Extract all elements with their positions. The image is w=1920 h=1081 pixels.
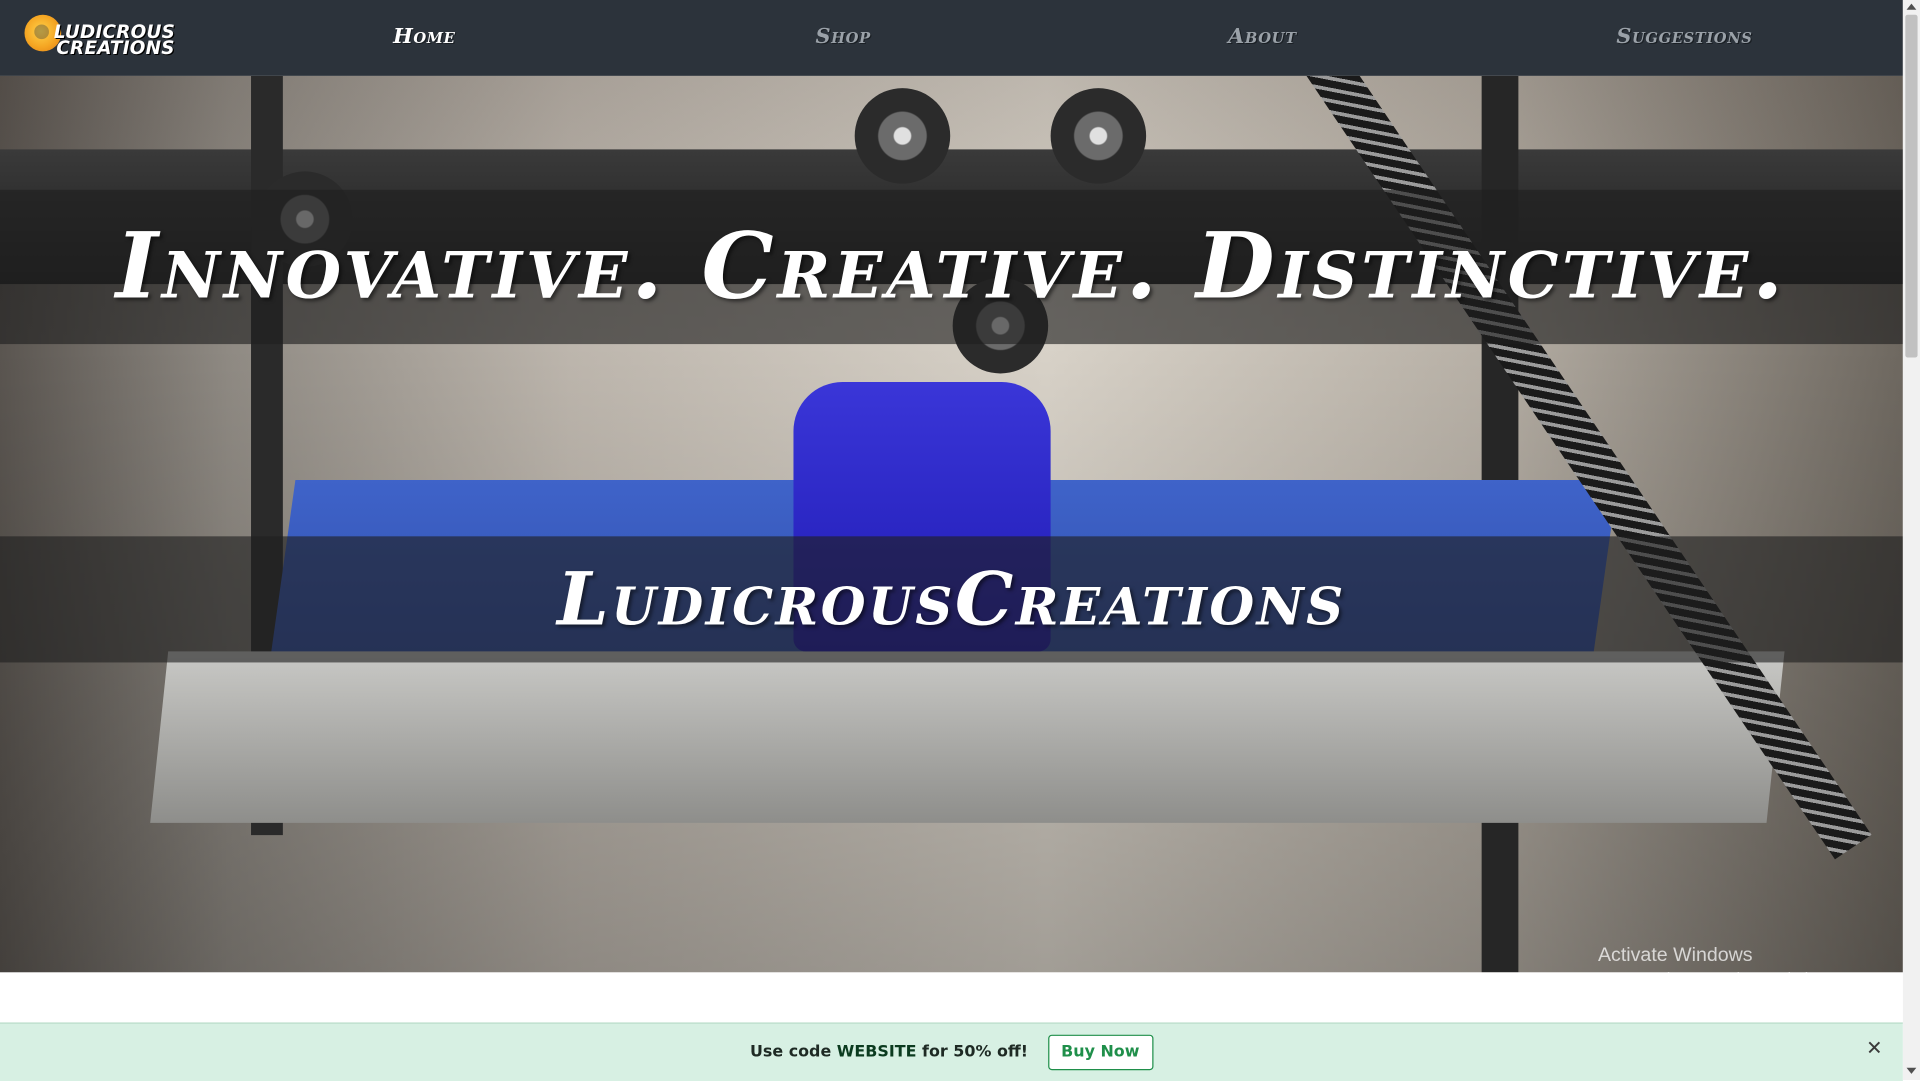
promo-suffix: for 50% off! <box>922 1043 1029 1062</box>
promo-prefix: Use code <box>749 1043 832 1062</box>
nav-home[interactable]: Home <box>393 24 455 48</box>
scrollbar-thumb[interactable] <box>1905 14 1918 358</box>
page: LUDICROUS CREATIONS Home Shop About Sugg… <box>0 0 1920 1081</box>
hero-subheadline-band: LudicrousCreations <box>0 536 1903 663</box>
hero-photo-print-bed <box>150 651 1785 823</box>
hero-banner: Innovative. Creative. Distinctive. Ludic… <box>0 75 1903 973</box>
hero-subheadline: LudicrousCreations <box>557 556 1346 643</box>
hero-headline-band: Innovative. Creative. Distinctive. <box>0 189 1903 345</box>
hero-photo-wheel <box>1050 88 1147 184</box>
activation-title: Activate Windows <box>1597 945 1753 967</box>
promo-bar: Use code WEBSITE for 50% off! Buy Now ✕ <box>0 1022 1903 1081</box>
promo-code: WEBSITE <box>836 1043 917 1062</box>
hero-photo-wheel <box>854 88 951 184</box>
windows-activation-watermark: Activate Windows Go to Settings to activ… <box>1598 945 1840 987</box>
scroll-up-arrow-icon[interactable] <box>1906 3 1917 10</box>
nav-about[interactable]: About <box>1228 24 1296 48</box>
close-icon[interactable]: ✕ <box>1866 1036 1882 1059</box>
brand-wordmark: LUDICROUS CREATIONS <box>54 23 175 59</box>
brand-logo[interactable]: LUDICROUS CREATIONS <box>22 12 189 66</box>
activation-subtitle: Go to Settings to activate Windows. <box>1597 969 1840 987</box>
nav-shop[interactable]: Shop <box>816 24 871 48</box>
hero-headline: Innovative. Creative. Distinctive. <box>115 214 1788 320</box>
buy-now-button[interactable]: Buy Now <box>1047 1034 1153 1071</box>
scroll-down-arrow-icon[interactable] <box>1906 1067 1917 1074</box>
promo-content: Use code WEBSITE for 50% off! Buy Now <box>0 1024 1903 1081</box>
vertical-scrollbar[interactable] <box>1902 0 1920 1081</box>
promo-message: Use code WEBSITE for 50% off! <box>750 1043 1028 1061</box>
brand-line-2: CREATIONS <box>56 36 175 59</box>
nav-suggestions[interactable]: Suggestions <box>1616 24 1752 48</box>
navbar: LUDICROUS CREATIONS Home Shop About Sugg… <box>0 0 1903 76</box>
